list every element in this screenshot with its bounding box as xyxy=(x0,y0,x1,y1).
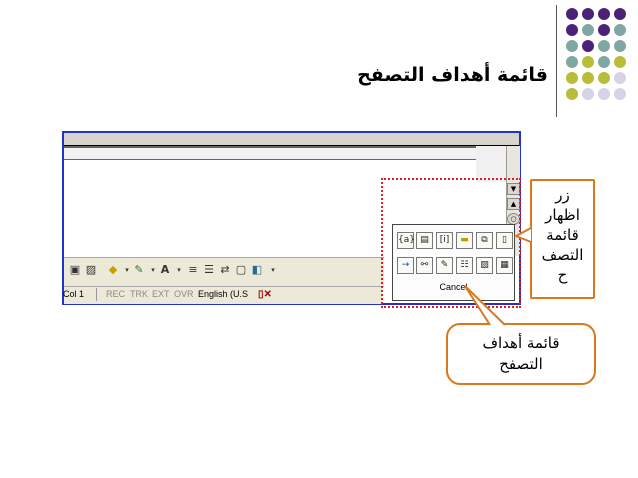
callout-line: اظهار xyxy=(545,206,580,224)
status-ovr[interactable]: OVR xyxy=(174,289,194,299)
callout-browse-button: زر اظهار قائمة التصف ح xyxy=(530,179,595,299)
document-page-edge xyxy=(64,146,476,161)
deco-dot xyxy=(566,88,578,100)
line-color-icon[interactable]: ✎ xyxy=(132,263,146,277)
status-rec[interactable]: REC xyxy=(106,289,125,299)
picture-icon[interactable]: ▨ xyxy=(84,263,98,277)
deco-dot xyxy=(598,24,610,36)
status-trk[interactable]: TRK xyxy=(130,289,148,299)
divider-line xyxy=(556,5,557,117)
deco-dot xyxy=(566,72,578,84)
callout-line: قائمة أهداف xyxy=(482,334,560,352)
deco-dot xyxy=(582,24,594,36)
deco-dot xyxy=(566,8,578,20)
highlight-box xyxy=(381,178,521,308)
clipart-icon[interactable]: ▣ xyxy=(68,263,82,277)
callout-line: التصف xyxy=(541,246,584,264)
deco-dot xyxy=(614,72,626,84)
status-ext[interactable]: EXT xyxy=(152,289,170,299)
callout-line: قائمة xyxy=(546,226,579,244)
slide-title: قائمة أهداف التصفح xyxy=(357,64,548,86)
3d-icon[interactable]: ◧ xyxy=(250,263,264,277)
deco-dot xyxy=(614,88,626,100)
status-language[interactable]: English (U.S xyxy=(198,289,248,299)
deco-dot xyxy=(614,8,626,20)
deco-dot xyxy=(598,40,610,52)
deco-dot xyxy=(582,40,594,52)
deco-dot xyxy=(582,72,594,84)
dash-style-icon[interactable]: ☰ xyxy=(202,263,216,277)
line-style-icon[interactable]: ≡ xyxy=(186,263,200,277)
status-separator xyxy=(96,288,97,301)
deco-dot xyxy=(566,24,578,36)
fill-color-icon[interactable]: ◆ xyxy=(106,263,120,277)
callout-browse-menu: قائمة أهداف التصفح xyxy=(446,323,596,385)
deco-dot xyxy=(614,56,626,68)
status-col: Col 1 xyxy=(63,289,85,299)
spelling-status-icon[interactable]: ▯✕ xyxy=(258,289,272,300)
chevron-down-icon[interactable]: ▾ xyxy=(172,263,186,277)
deco-dot xyxy=(582,8,594,20)
window-top-strip xyxy=(64,133,519,146)
deco-dot xyxy=(614,24,626,36)
font-color-icon[interactable]: A xyxy=(158,263,172,277)
deco-dot xyxy=(598,8,610,20)
deco-dot xyxy=(598,72,610,84)
deco-dot xyxy=(598,88,610,100)
chevron-down-icon[interactable]: ▾ xyxy=(266,263,280,277)
deco-dot xyxy=(566,40,578,52)
deco-dot xyxy=(566,56,578,68)
deco-dot xyxy=(614,40,626,52)
page-margin-shade xyxy=(476,146,506,182)
deco-dot xyxy=(582,56,594,68)
shadow-icon[interactable]: ▢ xyxy=(234,263,248,277)
deco-dot xyxy=(582,88,594,100)
callout-line: زر xyxy=(555,186,570,204)
callout-line: ح xyxy=(557,266,568,284)
arrow-style-icon[interactable]: ⇄ xyxy=(218,263,232,277)
callout-line: التصفح xyxy=(499,355,543,373)
deco-dot xyxy=(598,56,610,68)
